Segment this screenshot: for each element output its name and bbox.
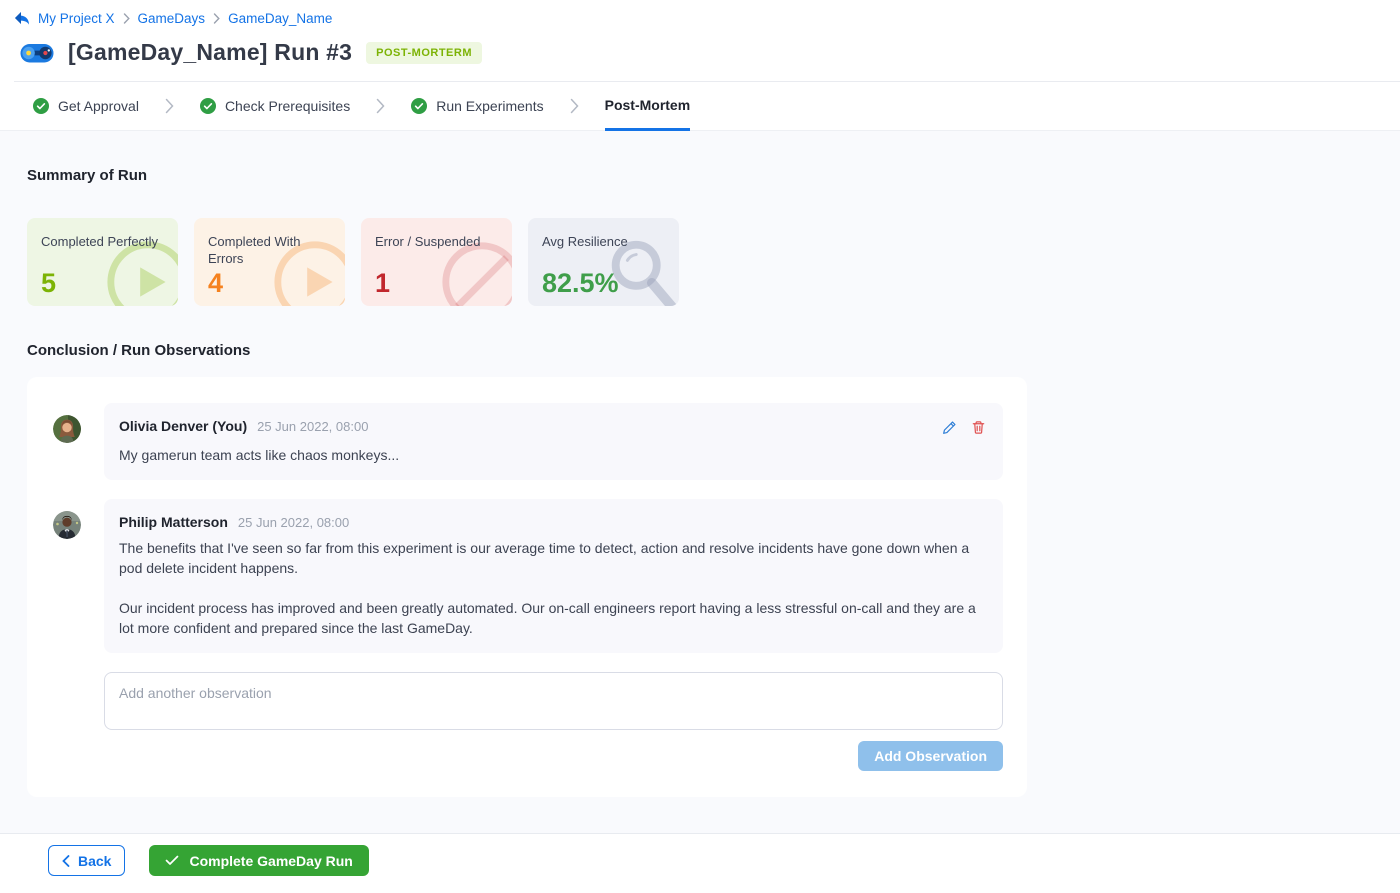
page-title: [GameDay_Name] Run #3: [68, 39, 352, 66]
comment-body: The benefits that I've seen so far from …: [119, 538, 988, 638]
comment-author: Olivia Denver (You): [119, 418, 247, 434]
comment-timestamp: 25 Jun 2022, 08:00: [257, 419, 368, 434]
avatar: [53, 511, 81, 539]
comment-actions: [940, 418, 988, 437]
step-label: Post-Mortem: [605, 97, 691, 113]
comment-paragraph: My gamerun team acts like chaos monkeys.…: [119, 445, 988, 465]
main-content: Summary of Run Completed Perfectly 5 Com…: [0, 131, 1400, 797]
back-label: Back: [78, 853, 111, 869]
chevron-right-icon: [570, 82, 579, 130]
page-header: My Project X GameDays GameDay_Name [Game…: [0, 0, 1400, 82]
card-error-suspended: Error / Suspended 1: [361, 218, 512, 306]
chevron-right-icon: [376, 82, 385, 130]
add-observation-row: Add Observation: [53, 741, 1003, 771]
card-avg-resilience: Avg Resilience 82.5%: [528, 218, 679, 306]
step-get-approval[interactable]: Get Approval: [33, 82, 139, 130]
breadcrumb-item-gamedays[interactable]: GameDays: [138, 11, 206, 26]
breadcrumb: My Project X GameDays GameDay_Name: [14, 10, 1400, 26]
status-badge: POST-MORTERM: [366, 42, 482, 64]
title-row: [GameDay_Name] Run #3 POST-MORTERM: [20, 39, 1400, 81]
breadcrumb-item-project[interactable]: My Project X: [38, 11, 115, 26]
card-label: Avg Resilience: [542, 233, 665, 250]
chevron-right-icon: [213, 13, 220, 24]
card-label: Completed Perfectly: [41, 233, 164, 250]
observation-input[interactable]: [104, 672, 1003, 730]
comment-timestamp: 25 Jun 2022, 08:00: [238, 515, 349, 530]
check-circle-icon: [33, 98, 49, 114]
card-value: 5: [41, 268, 56, 299]
chevron-right-icon: [165, 82, 174, 130]
card-value: 4: [208, 268, 223, 299]
breadcrumb-item-gameday-name[interactable]: GameDay_Name: [228, 11, 332, 26]
observations-panel: Olivia Denver (You) 25 Jun 2022, 08:00 M…: [27, 377, 1027, 797]
chevron-left-icon: [62, 855, 70, 867]
comment-row: Olivia Denver (You) 25 Jun 2022, 08:00 M…: [53, 403, 1003, 480]
step-label: Check Prerequisites: [225, 98, 350, 114]
chevron-right-icon: [123, 13, 130, 24]
card-label: Completed With Errors: [208, 233, 331, 267]
card-completed-with-errors: Completed With Errors 4: [194, 218, 345, 306]
complete-label: Complete GameDay Run: [189, 853, 352, 869]
project-logo-icon: [14, 10, 30, 26]
check-circle-icon: [200, 98, 216, 114]
comment-bubble: Olivia Denver (You) 25 Jun 2022, 08:00 M…: [104, 403, 1003, 480]
comment-author: Philip Matterson: [119, 514, 228, 530]
avatar: [53, 415, 81, 443]
step-check-prerequisites[interactable]: Check Prerequisites: [200, 82, 350, 130]
summary-cards: Completed Perfectly 5 Completed With Err…: [27, 218, 1373, 306]
check-icon: [165, 855, 179, 866]
complete-gameday-run-button[interactable]: Complete GameDay Run: [149, 845, 368, 876]
add-observation-button[interactable]: Add Observation: [858, 741, 1003, 771]
comment-paragraph: Our incident process has improved and be…: [119, 598, 988, 638]
step-run-experiments[interactable]: Run Experiments: [411, 82, 543, 130]
back-button[interactable]: Back: [48, 845, 125, 876]
check-circle-icon: [411, 98, 427, 114]
comment-meta: Philip Matterson 25 Jun 2022, 08:00: [119, 514, 988, 530]
trash-icon[interactable]: [969, 418, 988, 437]
run-stepper: Get Approval Check Prerequisites Run Exp…: [0, 82, 1400, 131]
card-completed-perfectly: Completed Perfectly 5: [27, 218, 178, 306]
comment-meta: Olivia Denver (You) 25 Jun 2022, 08:00: [119, 418, 988, 437]
comment-paragraph: The benefits that I've seen so far from …: [119, 538, 988, 578]
card-value: 1: [375, 268, 390, 299]
comment-bubble: Philip Matterson 25 Jun 2022, 08:00 The …: [104, 499, 1003, 653]
footer-bar: Back Complete GameDay Run: [0, 833, 1400, 893]
comment-body: My gamerun team acts like chaos monkeys.…: [119, 445, 988, 465]
step-post-mortem[interactable]: Post-Mortem: [605, 82, 691, 131]
gamepad-icon: [20, 41, 54, 65]
step-label: Run Experiments: [436, 98, 543, 114]
card-value: 82.5%: [542, 268, 619, 299]
step-label: Get Approval: [58, 98, 139, 114]
edit-pencil-icon[interactable]: [940, 418, 959, 437]
summary-heading: Summary of Run: [27, 167, 1373, 184]
comment-row: Philip Matterson 25 Jun 2022, 08:00 The …: [53, 499, 1003, 653]
card-label: Error / Suspended: [375, 233, 498, 250]
observations-heading: Conclusion / Run Observations: [27, 342, 1373, 359]
